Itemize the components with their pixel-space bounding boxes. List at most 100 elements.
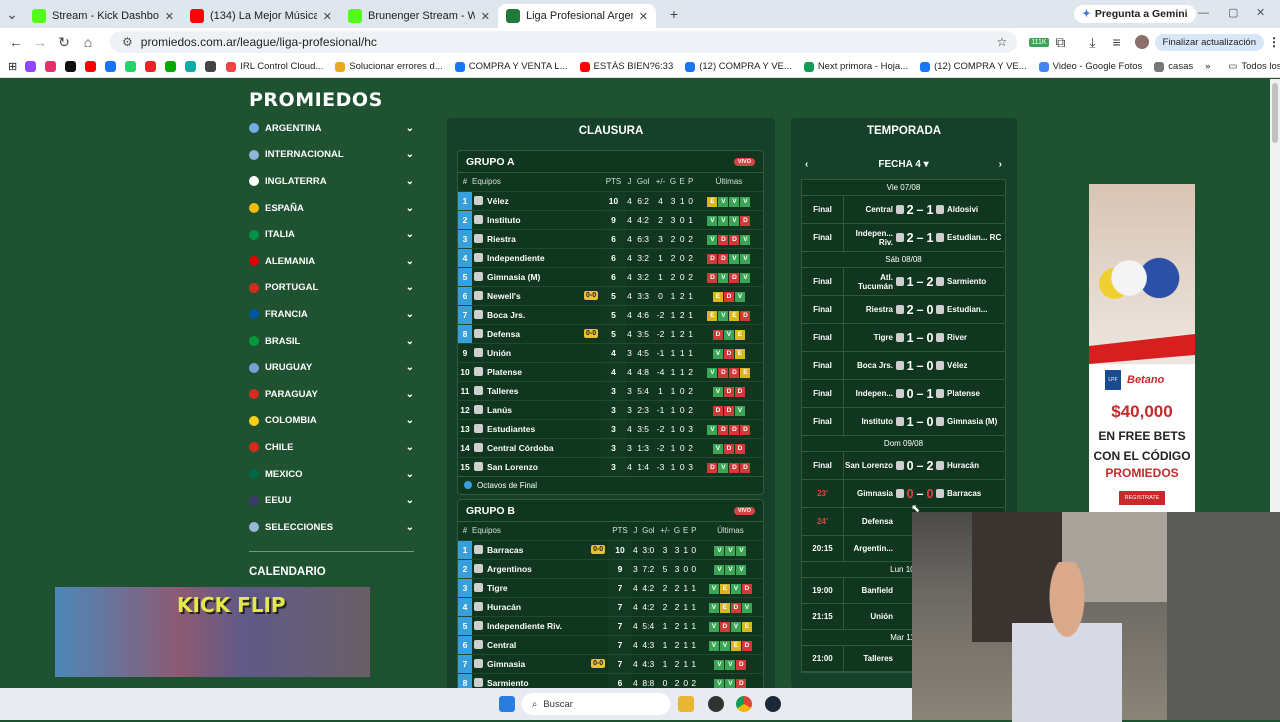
sidebar-item-francia[interactable]: FRANCIA ⌄ (249, 301, 414, 328)
site-info-icon[interactable]: ⚙ (122, 35, 133, 49)
media-icon[interactable]: ≡ (1105, 34, 1129, 50)
more-bookmarks-icon[interactable]: » (1205, 61, 1210, 72)
bookmark-shortcut-icon[interactable] (205, 61, 217, 72)
team-name[interactable]: Riestra (487, 234, 516, 244)
tab-close-icon[interactable]: ✕ (639, 10, 648, 23)
bookmark-shortcut-icon[interactable] (45, 61, 57, 72)
chevron-down-icon[interactable]: ⌄ (406, 282, 414, 293)
gemini-button[interactable]: ✦ Pregunta a Gemini (1074, 5, 1196, 23)
bookmark-item[interactable]: Solucionar errores d... (335, 61, 443, 72)
match-row[interactable]: Final Central 2–1 Aldosivi (802, 196, 1005, 224)
bookmark-item[interactable]: (12) COMPRA Y VE... (685, 61, 792, 72)
chevron-down-icon[interactable]: ⌄ (406, 495, 414, 506)
bookmark-item[interactable]: casas (1154, 61, 1193, 72)
table-row[interactable]: 2 Argentinos 9 3 7:2 5 3 0 0 V V V (458, 558, 763, 578)
team-name[interactable]: Gimnasia (M) (487, 272, 540, 282)
sidebar-item-inglaterra[interactable]: INGLATERRA ⌄ (249, 168, 414, 195)
new-tab-button[interactable]: + (662, 6, 686, 22)
bookmark-shortcut-icon[interactable] (145, 61, 157, 72)
table-row[interactable]: 3 Riestra 6 4 6:3 3 2 0 2 V D D V (458, 228, 763, 248)
close-window-button[interactable]: ✕ (1256, 6, 1265, 19)
taskbar-search[interactable]: ⌕ Buscar (522, 693, 670, 715)
chevron-down-icon[interactable]: ⌄ (406, 522, 414, 533)
windows-start-icon[interactable] (499, 696, 515, 712)
chevron-down-icon[interactable]: ⌄ (406, 149, 414, 160)
sidebar-item-eeuu[interactable]: EEUU ⌄ (249, 487, 414, 514)
team-name[interactable]: Talleres (487, 386, 519, 396)
restore-button[interactable]: ▢ (1228, 6, 1238, 19)
bookmark-shortcut-icon[interactable] (125, 61, 137, 72)
chevron-down-icon[interactable]: ⌄ (406, 389, 414, 400)
bookmark-shortcut-icon[interactable] (105, 61, 117, 72)
team-name[interactable]: Gimnasia (487, 659, 525, 669)
apps-icon[interactable]: ⊞ (8, 60, 17, 73)
team-name[interactable]: Argentinos (487, 564, 532, 574)
table-row[interactable]: 4 Huracán 7 4 4:2 2 2 1 1 V E D V (458, 596, 763, 616)
sidebar-item-brasil[interactable]: BRASIL ⌄ (249, 328, 414, 355)
bookmark-item[interactable]: ESTÁS BIEN?6:33 (579, 61, 673, 72)
table-row[interactable]: 5 Gimnasia (M) 6 4 3:2 1 2 0 2 D V D V (458, 266, 763, 286)
bookmark-shortcut-icon[interactable] (25, 61, 37, 72)
team-name[interactable]: Central Córdoba (487, 443, 554, 453)
file-explorer-icon[interactable] (678, 696, 694, 712)
forward-icon[interactable]: → (28, 34, 52, 50)
bookmark-star-icon[interactable]: ☆ (996, 35, 1007, 49)
table-row[interactable]: 4 Independiente 6 4 3:2 1 2 0 2 D D V V (458, 247, 763, 267)
team-name[interactable]: Lanús (487, 405, 512, 415)
sidebar-item-alemania[interactable]: ALEMANIA ⌄ (249, 248, 414, 275)
match-row[interactable]: Final Instituto 1–0 Gimnasia (M) (802, 408, 1005, 436)
sidebar-item-argentina[interactable]: ARGENTINA ⌄ (249, 115, 414, 142)
match-row[interactable]: 23' Gimnasia 0–0 Barracas (802, 480, 1005, 508)
match-row[interactable]: Final Atl. Tucumán 1–2 Sarmiento (802, 268, 1005, 296)
table-row[interactable]: 14 Central Córdoba 3 3 1:3 -2 1 0 2 V D D (458, 437, 763, 457)
table-row[interactable]: 5 Independiente Riv. 7 4 5:4 1 2 1 1 V D V E (458, 615, 763, 635)
table-row[interactable]: 7 Boca Jrs. 5 4 4:6 -2 1 2 1 E V E D (458, 304, 763, 324)
team-name[interactable]: Instituto (487, 215, 521, 225)
tab-search-icon[interactable]: ⌄ (0, 6, 24, 23)
tab-close-icon[interactable]: ✕ (481, 10, 490, 23)
team-name[interactable]: Independiente (487, 253, 545, 263)
sidebar-item-uruguay[interactable]: URUGUAY ⌄ (249, 354, 414, 381)
browser-tab[interactable]: Stream - Kick Dashboard ✕ (24, 4, 182, 28)
ad-register-button[interactable]: REGISTRATE (1119, 491, 1165, 505)
sidebar-item-portugal[interactable]: PORTUGAL ⌄ (249, 275, 414, 302)
fecha-dropdown[interactable]: FECHA 4 ▾ (878, 159, 928, 170)
match-row[interactable]: Final Riestra 2–0 Estudian... (802, 296, 1005, 324)
tab-close-icon[interactable]: ✕ (165, 10, 174, 23)
sidebar-item-italia[interactable]: ITALIA ⌄ (249, 221, 414, 248)
chevron-down-icon[interactable]: ⌄ (406, 229, 414, 240)
home-icon[interactable]: ⌂ (76, 34, 100, 50)
sidebar-item-españa[interactable]: ESPAÑA ⌄ (249, 195, 414, 222)
chevron-down-icon[interactable]: ⌄ (406, 415, 414, 426)
steam-icon[interactable] (765, 696, 781, 712)
chevron-down-icon[interactable]: ⌄ (406, 256, 414, 267)
browser-tab[interactable]: (134) La Mejor Música Clás ✕ (182, 4, 340, 28)
team-name[interactable]: Newell's (487, 291, 521, 301)
table-row[interactable]: 15 San Lorenzo 3 4 1:4 -3 1 0 3 D V D D (458, 456, 763, 476)
obs-icon[interactable] (708, 696, 724, 712)
extensions-icon[interactable]: ⧉ (1049, 34, 1073, 51)
table-row[interactable]: 1 Barracas 0-0 10 4 3:0 3 3 1 0 V V V (458, 539, 763, 559)
chevron-down-icon[interactable]: ⌄ (406, 309, 414, 320)
team-name[interactable]: Estudiantes (487, 424, 535, 434)
table-row[interactable]: 10 Platense 4 4 4:8 -4 1 1 2 V D D E (458, 361, 763, 381)
bookmark-shortcut-icon[interactable] (185, 61, 197, 72)
table-row[interactable]: 9 Unión 4 3 4:5 -1 1 1 1 V D E (458, 342, 763, 362)
extension-badge[interactable]: 111K (1029, 37, 1049, 47)
prev-fecha-icon[interactable]: ‹ (805, 159, 808, 170)
chevron-down-icon[interactable]: ⌄ (406, 442, 414, 453)
menu-icon[interactable]: ⋮ (1268, 35, 1280, 49)
match-row[interactable]: Final Indepen... 0–1 Platense (802, 380, 1005, 408)
minimize-button[interactable]: — (1198, 7, 1209, 19)
team-name[interactable]: Unión (487, 348, 511, 358)
table-row[interactable]: 6 Central 7 4 4:3 1 2 1 1 V V E D (458, 634, 763, 654)
team-name[interactable]: Central (487, 640, 516, 650)
chevron-down-icon[interactable]: ⌄ (406, 176, 414, 187)
table-row[interactable]: 8 Defensa 0-0 5 4 3:5 -2 1 2 1 D V E (458, 323, 763, 343)
table-row[interactable]: 8 Sarmiento 6 4 8:8 0 2 0 2 V V D (458, 672, 763, 688)
team-name[interactable]: San Lorenzo (487, 462, 538, 472)
bookmark-item[interactable]: COMPRA Y VENTA L... (454, 61, 568, 72)
bookmark-item[interactable]: IRL Control Cloud... (226, 61, 323, 72)
all-bookmarks-folder[interactable]: ▭Todos los marcadores (1228, 61, 1280, 72)
team-name[interactable]: Independiente Riv. (487, 621, 562, 631)
